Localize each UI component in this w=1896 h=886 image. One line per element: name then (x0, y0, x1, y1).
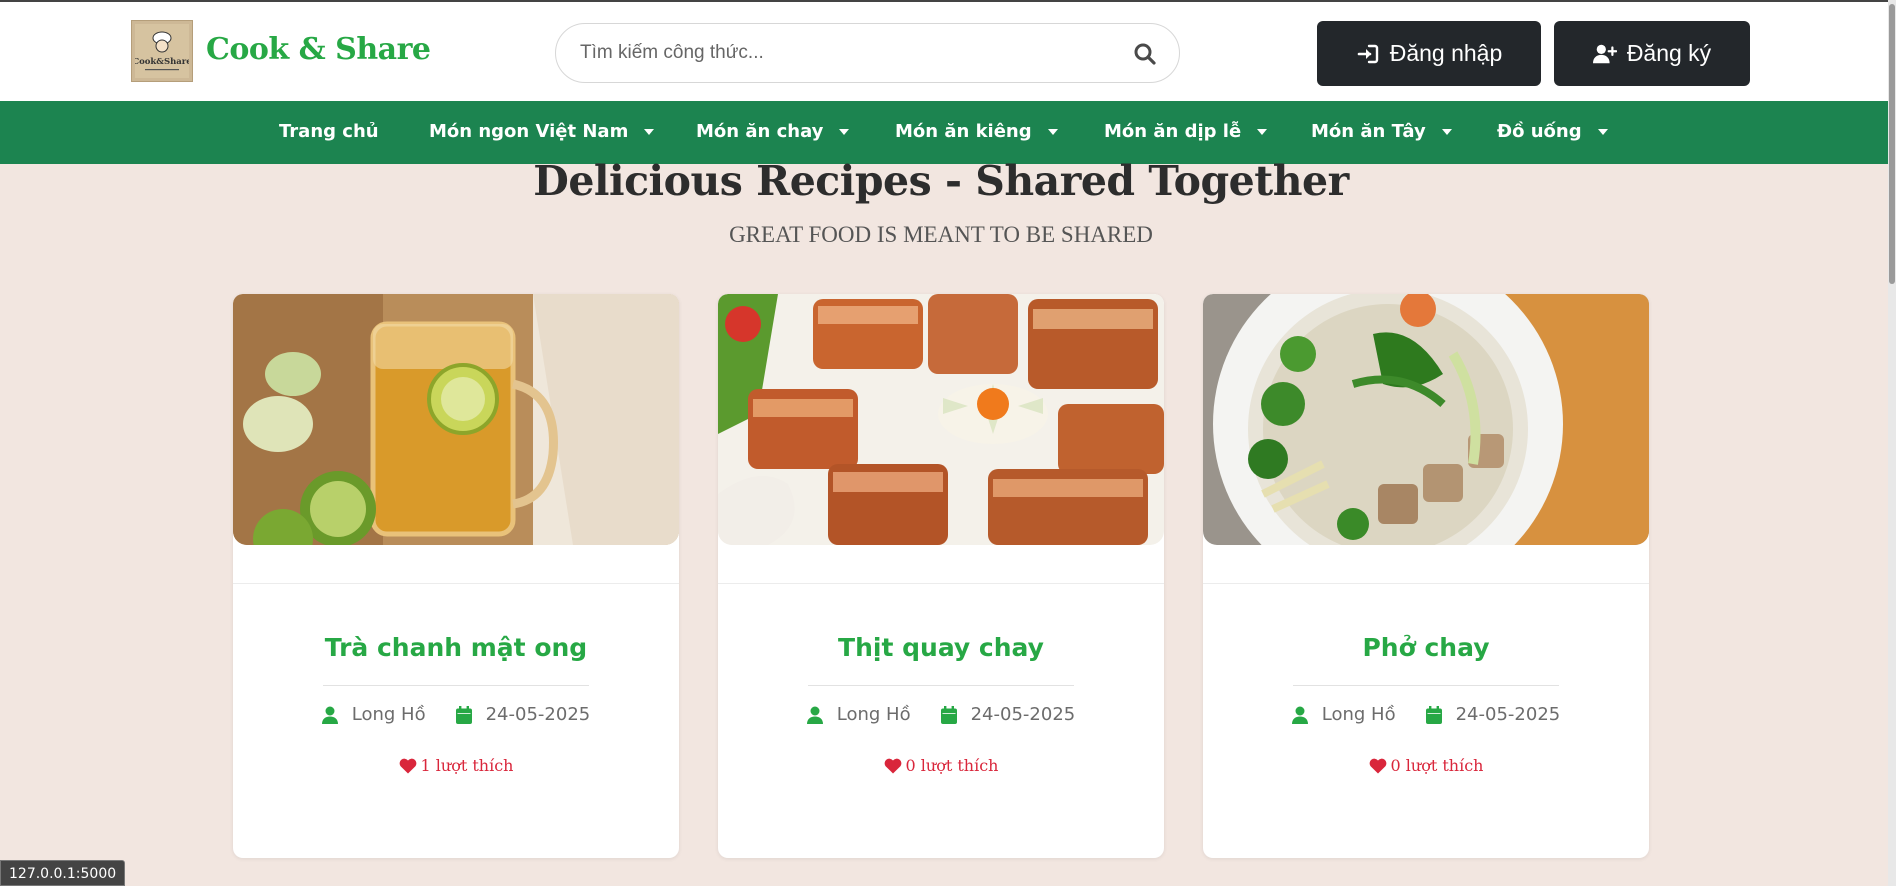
search-bar (555, 23, 1180, 83)
nav-item-label: Món ăn kiêng (895, 121, 1032, 142)
nav-item-label: Món ăn dịp lễ (1104, 121, 1242, 142)
login-label: Đăng nhập (1389, 40, 1503, 66)
nav-item-diet[interactable]: Món ăn kiêng (895, 121, 1058, 142)
nav-item-label: Món ngon Việt Nam (429, 121, 629, 142)
recipe-title[interactable]: Trà chanh mật ong (233, 633, 679, 662)
svg-text:Cook&Share: Cook&Share (135, 57, 189, 67)
heart-icon (1369, 758, 1386, 773)
card-divider (233, 583, 679, 584)
caret-down-icon (644, 128, 655, 135)
nav-item-label: Đồ uống (1497, 121, 1582, 142)
nav-item-home[interactable]: Trang chủ (279, 121, 379, 142)
logo-image: Cook&Share (135, 24, 189, 78)
recipe-author: Long Hồ (1291, 704, 1396, 725)
user-plus-icon (1592, 44, 1617, 63)
recipe-likes[interactable]: 1 lượt thích (233, 756, 679, 775)
recipe-meta: Long Hồ 24-05-2025 (718, 704, 1164, 725)
likes-count: 0 lượt thích (905, 756, 999, 775)
user-icon (1291, 706, 1308, 724)
recipe-date: 24-05-2025 (1425, 704, 1561, 725)
sign-in-icon (1357, 44, 1378, 63)
author-name: Long Hồ (1321, 704, 1396, 725)
heart-icon (884, 758, 901, 773)
recipe-author: Long Hồ (806, 704, 911, 725)
date-value: 24-05-2025 (970, 704, 1076, 725)
site-header: Cook&Share Cook & Share Đăng nhập Đăng k… (0, 0, 1888, 101)
nav-item-label: Món ăn Tây (1311, 121, 1426, 142)
search-input[interactable] (580, 40, 1100, 66)
recipe-photo (233, 294, 679, 545)
nav-item-drinks[interactable]: Đồ uống (1497, 121, 1608, 142)
register-label: Đăng ký (1626, 40, 1712, 66)
nav-item-western[interactable]: Món ăn Tây (1311, 121, 1452, 142)
recipe-image[interactable] (1203, 294, 1649, 545)
status-bar-url: 127.0.0.1:5000 (0, 860, 126, 886)
nav-item-vietnamese[interactable]: Món ngon Việt Nam (429, 121, 655, 142)
hero-subtitle: GREAT FOOD IS MEANT TO BE SHARED (729, 222, 1153, 247)
recipe-image[interactable] (233, 294, 679, 545)
caret-down-icon (1257, 128, 1268, 135)
recipe-meta: Long Hồ 24-05-2025 (1203, 704, 1649, 725)
user-icon (321, 706, 338, 724)
recipe-title[interactable]: Thịt quay chay (718, 633, 1164, 662)
author-name: Long Hồ (836, 704, 911, 725)
likes-count: 1 lượt thích (420, 756, 514, 775)
card-divider (718, 583, 1164, 584)
recipe-date: 24-05-2025 (940, 704, 1076, 725)
title-underline (808, 685, 1074, 686)
caret-down-icon (839, 128, 850, 135)
nav-item-label: Món ăn chay (696, 121, 824, 142)
login-button[interactable]: Đăng nhập (1317, 21, 1541, 86)
nav-item-holiday[interactable]: Món ăn dịp lễ (1104, 121, 1268, 142)
recipe-photo (718, 294, 1164, 545)
likes-count: 0 lượt thích (1390, 756, 1484, 775)
page-scrollbar[interactable] (1888, 0, 1896, 886)
caret-down-icon (1441, 128, 1452, 135)
recipe-image[interactable] (718, 294, 1164, 545)
recipe-likes[interactable]: 0 lượt thích (718, 756, 1164, 775)
recipe-card[interactable]: Trà chanh mật ong Long Hồ 24-05-2025 1 l… (233, 294, 679, 858)
caret-down-icon (1597, 128, 1608, 135)
hero-title: Delicious Recipes - Shared Together (533, 157, 1349, 205)
card-divider (1203, 583, 1649, 584)
recipe-likes[interactable]: 0 lượt thích (1203, 756, 1649, 775)
heart-icon (399, 758, 416, 773)
register-button[interactable]: Đăng ký (1554, 21, 1750, 86)
title-underline (323, 685, 589, 686)
search-icon[interactable] (1133, 42, 1157, 66)
scrollbar-thumb[interactable] (1889, 4, 1895, 284)
recipe-date: 24-05-2025 (455, 704, 591, 725)
date-value: 24-05-2025 (1455, 704, 1561, 725)
recipe-title[interactable]: Phở chay (1203, 633, 1649, 662)
recipe-card[interactable]: Thịt quay chay Long Hồ 24-05-2025 0 lượt… (718, 294, 1164, 858)
author-name: Long Hồ (351, 704, 426, 725)
calendar-icon (455, 705, 472, 724)
brand-name[interactable]: Cook & Share (206, 32, 431, 67)
calendar-icon (940, 705, 957, 724)
main-nav: Trang chủ Món ngon Việt Nam Món ăn chay … (0, 101, 1888, 164)
recipe-photo (1203, 294, 1649, 545)
calendar-icon (1425, 705, 1442, 724)
caret-down-icon (1047, 128, 1058, 135)
user-icon (806, 706, 823, 724)
recipe-card[interactable]: Phở chay Long Hồ 24-05-2025 0 lượt thích (1203, 294, 1649, 858)
date-value: 24-05-2025 (485, 704, 591, 725)
nav-item-label: Trang chủ (279, 121, 379, 142)
recipe-meta: Long Hồ 24-05-2025 (233, 704, 679, 725)
nav-item-vegetarian[interactable]: Món ăn chay (696, 121, 850, 142)
recipe-author: Long Hồ (321, 704, 426, 725)
site-logo[interactable]: Cook&Share (131, 20, 193, 82)
title-underline (1293, 685, 1559, 686)
